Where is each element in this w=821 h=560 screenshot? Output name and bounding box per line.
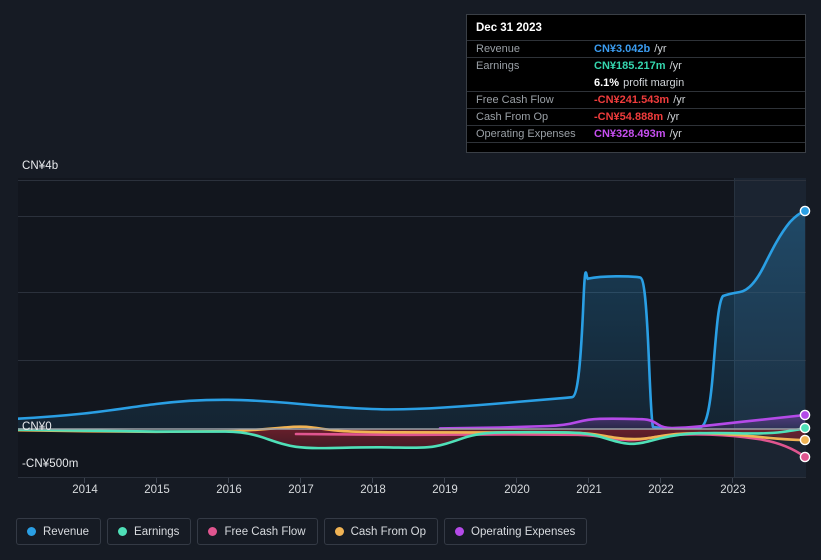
x-axis-label-2023: 2023 <box>720 484 746 496</box>
x-axis-label-2014: 2014 <box>72 484 98 496</box>
tooltip-label-cash-from-op: Cash From Op <box>476 111 549 123</box>
chart-tooltip: Dec 31 2023 Revenue CN¥3.042b /yr Earnin… <box>466 14 806 153</box>
legend-item-operating-expenses[interactable]: Operating Expenses <box>444 518 588 545</box>
chart-page: CN¥4b CN¥0 -CN¥500m 2014 2015 2016 2017 … <box>0 0 821 560</box>
tooltip-value-operating-expenses: CN¥328.493m <box>594 128 666 140</box>
tooltip-bottom-divider <box>467 142 805 143</box>
x-axis-label-2022: 2022 <box>648 484 674 496</box>
tooltip-value-cash-from-op: -CN¥54.888m <box>594 111 664 123</box>
legend-label-revenue: Revenue <box>43 525 90 538</box>
x-axis-label-2017: 2017 <box>288 484 314 496</box>
tooltip-row-operating-expenses: Operating Expenses CN¥328.493m /yr <box>467 125 805 142</box>
legend-label-operating-expenses: Operating Expenses <box>471 525 576 538</box>
tooltip-label-operating-expenses: Operating Expenses <box>476 128 576 140</box>
tooltip-row-earnings: Earnings CN¥185.217m /yr <box>467 57 805 74</box>
x-axis-ticks <box>84 478 733 483</box>
chart-legend: Revenue Earnings Free Cash Flow Cash Fro… <box>16 518 588 545</box>
legend-dot-cash-from-op <box>334 527 344 536</box>
tooltip-unit-revenue: /yr <box>654 43 667 55</box>
legend-dot-operating-expenses <box>455 527 465 536</box>
legend-label-cash-from-op: Cash From Op <box>350 525 427 538</box>
legend-dot-free-cash-flow <box>208 527 218 536</box>
tooltip-value-revenue: CN¥3.042b <box>594 43 651 55</box>
endpoint-free-cash-flow <box>799 451 811 463</box>
endpoint-operating-expenses <box>799 409 811 421</box>
tooltip-label-revenue: Revenue <box>476 43 521 55</box>
x-axis-label-2021: 2021 <box>576 484 602 496</box>
tooltip-date: Dec 31 2023 <box>476 22 542 34</box>
legend-item-free-cash-flow[interactable]: Free Cash Flow <box>197 518 318 545</box>
tooltip-row-cash-from-op: Cash From Op -CN¥54.888m /yr <box>467 108 805 125</box>
legend-label-free-cash-flow: Free Cash Flow <box>224 525 306 538</box>
tooltip-value-free-cash-flow: -CN¥241.543m <box>594 94 670 106</box>
endpoint-cash-from-op <box>799 434 811 446</box>
x-axis-label-2016: 2016 <box>216 484 242 496</box>
tooltip-row-revenue: Revenue CN¥3.042b /yr <box>467 40 805 57</box>
x-axis-label-2019: 2019 <box>432 484 458 496</box>
x-axis-label-2020: 2020 <box>504 484 530 496</box>
endpoint-revenue <box>799 205 811 217</box>
legend-dot-earnings <box>118 527 128 536</box>
tooltip-label-free-cash-flow: Free Cash Flow <box>476 94 554 106</box>
tooltip-value-earnings: CN¥185.217m <box>594 60 666 72</box>
tooltip-row-profit-margin: 6.1% profit margin <box>467 74 805 91</box>
tooltip-unit-profit-margin: profit margin <box>623 76 685 89</box>
legend-dot-revenue <box>27 527 36 536</box>
tooltip-unit-free-cash-flow: /yr <box>673 94 686 106</box>
tooltip-value-profit-margin: 6.1% <box>594 76 620 89</box>
legend-item-revenue[interactable]: Revenue <box>16 518 102 545</box>
legend-label-earnings: Earnings <box>134 525 180 538</box>
legend-item-cash-from-op[interactable]: Cash From Op <box>323 518 439 545</box>
tooltip-label-earnings: Earnings <box>476 60 520 72</box>
legend-item-earnings[interactable]: Earnings <box>107 518 192 545</box>
endpoint-earnings <box>799 422 811 434</box>
tooltip-unit-cash-from-op: /yr <box>667 111 680 123</box>
x-axis-label-2018: 2018 <box>360 484 386 496</box>
tooltip-unit-earnings: /yr <box>669 60 682 72</box>
tooltip-unit-operating-expenses: /yr <box>669 128 682 140</box>
x-axis-label-2015: 2015 <box>144 484 170 496</box>
tooltip-row-free-cash-flow: Free Cash Flow -CN¥241.543m /yr <box>467 91 805 108</box>
